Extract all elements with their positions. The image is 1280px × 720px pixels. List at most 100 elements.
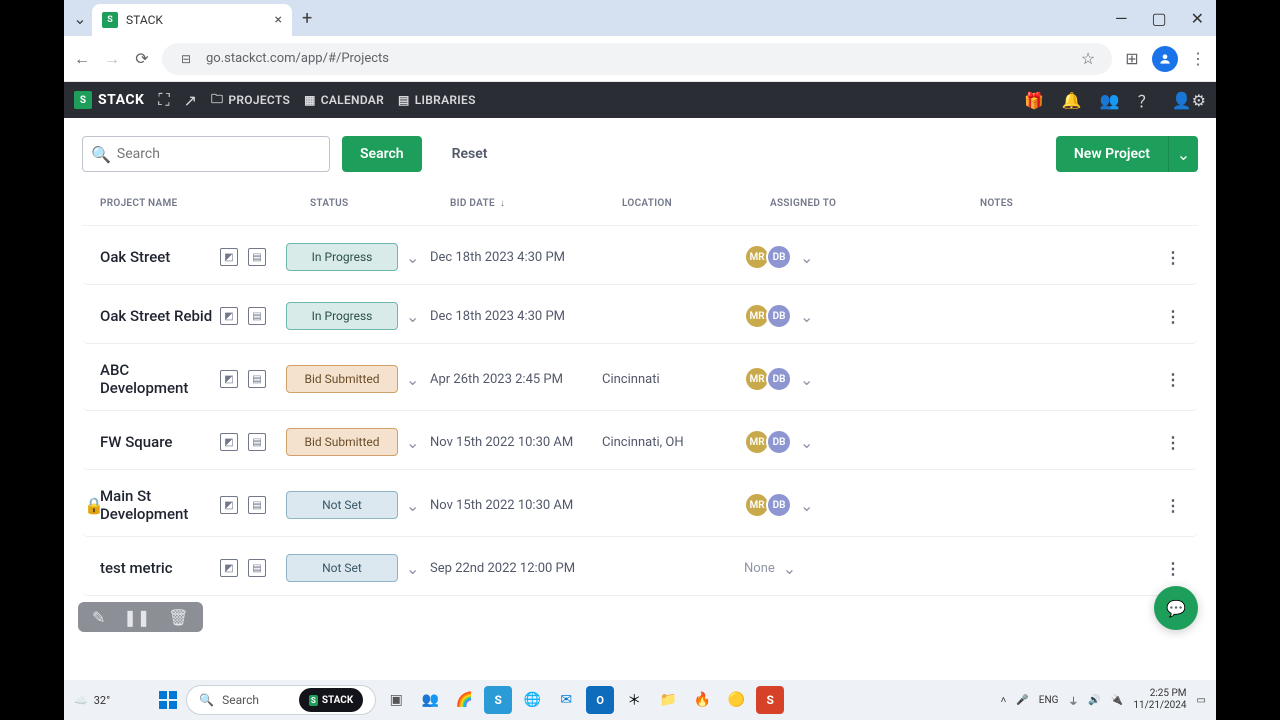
help-icon[interactable]: ？ — [1138, 88, 1154, 112]
task-app-snagit[interactable]: S — [484, 686, 512, 714]
row-menu-icon[interactable]: ⋮ — [1165, 433, 1182, 452]
gift-icon[interactable]: 🎁 — [1024, 91, 1044, 110]
status-pill[interactable]: Not Set — [286, 554, 398, 582]
reset-button[interactable]: Reset — [434, 136, 506, 172]
estimate-icon[interactable]: ▤ — [248, 433, 266, 451]
volume-icon[interactable]: 🔊 — [1088, 695, 1100, 706]
status-pill[interactable]: Not Set — [286, 491, 398, 519]
nav-projects[interactable]: 🗀 PROJECTS — [211, 90, 290, 111]
row-menu-icon[interactable]: ⋮ — [1165, 248, 1182, 267]
nav-calendar[interactable]: ▦ CALENDAR — [304, 93, 384, 107]
close-window-icon[interactable]: ✕ — [1191, 9, 1204, 28]
search-input[interactable] — [117, 146, 321, 162]
team-icon[interactable]: 👥 — [1100, 91, 1120, 110]
site-info-icon[interactable]: ⊟ — [176, 52, 196, 66]
search-button[interactable]: Search — [342, 136, 422, 172]
estimate-icon[interactable]: ▤ — [248, 248, 266, 266]
takeoff-icon[interactable]: ◩ — [220, 370, 238, 388]
chevron-down-icon[interactable]: ⌄ — [406, 559, 419, 578]
clock[interactable]: 2:25 PM 11/21/2024 — [1133, 688, 1186, 712]
takeoff-icon[interactable]: ◩ — [220, 307, 238, 325]
chevron-down-icon[interactable]: ⌄ — [800, 307, 813, 326]
task-app-chrome[interactable]: 🟡 — [722, 686, 750, 714]
task-app-explorer[interactable]: ▣ — [382, 686, 410, 714]
start-button[interactable] — [156, 688, 180, 712]
estimate-icon[interactable]: ▤ — [248, 496, 266, 514]
task-app-copilot[interactable]: 🌈 — [450, 686, 478, 714]
chevron-down-icon[interactable]: ⌄ — [800, 433, 813, 452]
project-name-link[interactable]: ABC Development — [100, 361, 220, 397]
project-name-link[interactable]: Main St Development — [100, 487, 220, 523]
taskbar-search[interactable]: 🔍 Search SSTACK — [186, 685, 376, 715]
takeoff-icon[interactable]: ◩ — [220, 433, 238, 451]
task-app-files[interactable]: 📁 — [654, 686, 682, 714]
notifications-icon[interactable]: ▭ — [1197, 695, 1206, 706]
avatar-db[interactable]: DB — [766, 492, 792, 518]
chat-button[interactable]: 💬 — [1154, 586, 1198, 630]
project-name-link[interactable]: FW Square — [100, 433, 220, 451]
chevron-down-icon[interactable]: ⌄ — [800, 370, 813, 389]
user-settings-icon[interactable]: 👤⚙ — [1172, 91, 1206, 110]
new-tab-icon[interactable]: + — [302, 8, 312, 29]
battery-icon[interactable]: 🔌 — [1111, 695, 1123, 706]
bookmark-icon[interactable]: ☆ — [1078, 49, 1098, 68]
chevron-down-icon[interactable]: ⌄ — [406, 496, 419, 515]
project-name-link[interactable]: Oak Street Rebid — [100, 307, 220, 325]
search-field[interactable]: 🔍 — [82, 136, 330, 172]
status-pill[interactable]: In Progress — [286, 243, 398, 271]
stack-pill[interactable]: SSTACK — [299, 688, 363, 712]
chevron-down-icon[interactable]: ⌄ — [406, 370, 419, 389]
tabs-dropdown-icon[interactable]: ⌄ — [68, 9, 92, 28]
avatar-db[interactable]: DB — [766, 366, 792, 392]
takeoff-icon[interactable]: ◩ — [220, 248, 238, 266]
takeoff-icon[interactable]: ◩ — [220, 559, 238, 577]
close-tab-icon[interactable]: × — [275, 12, 282, 28]
task-app-edge[interactable]: 🌐 — [518, 686, 546, 714]
logo[interactable]: S STACK — [74, 91, 144, 109]
chevron-down-icon[interactable]: ⌄ — [406, 307, 419, 326]
avatar-db[interactable]: DB — [766, 303, 792, 329]
row-menu-icon[interactable]: ⋮ — [1165, 307, 1182, 326]
col-status[interactable]: STATUS — [310, 198, 450, 209]
project-name-link[interactable]: test metric — [100, 559, 220, 577]
extensions-icon[interactable]: ⊞ — [1122, 49, 1142, 68]
new-project-button[interactable]: New Project — [1056, 136, 1168, 172]
browser-menu-icon[interactable]: ⋮ — [1188, 49, 1208, 68]
avatar-db[interactable]: DB — [766, 244, 792, 270]
avatar-db[interactable]: DB — [766, 429, 792, 455]
profile-avatar-icon[interactable] — [1152, 46, 1178, 72]
task-app-mail[interactable]: ✉ — [552, 686, 580, 714]
address-bar[interactable]: ⊟ go.stackct.com/app/#/Projects ☆ — [162, 43, 1112, 75]
mic-icon[interactable]: 🎤 — [1016, 695, 1028, 706]
chevron-down-icon[interactable]: ⌄ — [406, 433, 419, 452]
col-location[interactable]: LOCATION — [622, 198, 770, 209]
row-menu-icon[interactable]: ⋮ — [1165, 559, 1182, 578]
task-app-slack[interactable]: ＊ — [620, 686, 648, 714]
chevron-down-icon[interactable]: ⌄ — [406, 248, 419, 267]
col-bid-date[interactable]: BID DATE↓ — [450, 198, 622, 209]
weather-widget[interactable]: ☁️ 32° — [74, 694, 110, 707]
chevron-down-icon[interactable]: ⌄ — [800, 248, 813, 267]
col-assigned[interactable]: ASSIGNED TO — [770, 198, 980, 209]
lang-indicator[interactable]: ENG — [1039, 695, 1059, 706]
minimize-icon[interactable]: — — [1115, 9, 1128, 28]
estimate-icon[interactable]: ▤ — [248, 307, 266, 325]
status-pill[interactable]: Bid Submitted — [286, 428, 398, 456]
task-app-teams[interactable]: 👥 — [416, 686, 444, 714]
status-pill[interactable]: Bid Submitted — [286, 365, 398, 393]
maximize-icon[interactable]: ▢ — [1151, 9, 1166, 28]
bell-icon[interactable]: 🔔 — [1062, 91, 1082, 110]
fullscreen-icon[interactable]: ⛶ — [158, 90, 169, 110]
network-icon[interactable]: ⏚ — [1068, 693, 1078, 708]
trash-icon[interactable]: 🗑 — [168, 608, 188, 627]
reload-icon[interactable]: ⟳ — [132, 49, 152, 68]
estimate-icon[interactable]: ▤ — [248, 370, 266, 388]
chevron-down-icon[interactable]: ⌄ — [800, 496, 813, 515]
task-app-stack[interactable]: S — [756, 686, 784, 714]
back-icon[interactable]: ← — [72, 49, 92, 69]
takeoff-icon[interactable]: ◩ — [220, 496, 238, 514]
forward-icon[interactable]: → — [102, 49, 122, 69]
pause-icon[interactable]: ❚❚ — [123, 608, 150, 627]
tray-chevron-icon[interactable]: ˄ — [1000, 695, 1006, 706]
task-app-outlook[interactable]: O — [586, 686, 614, 714]
